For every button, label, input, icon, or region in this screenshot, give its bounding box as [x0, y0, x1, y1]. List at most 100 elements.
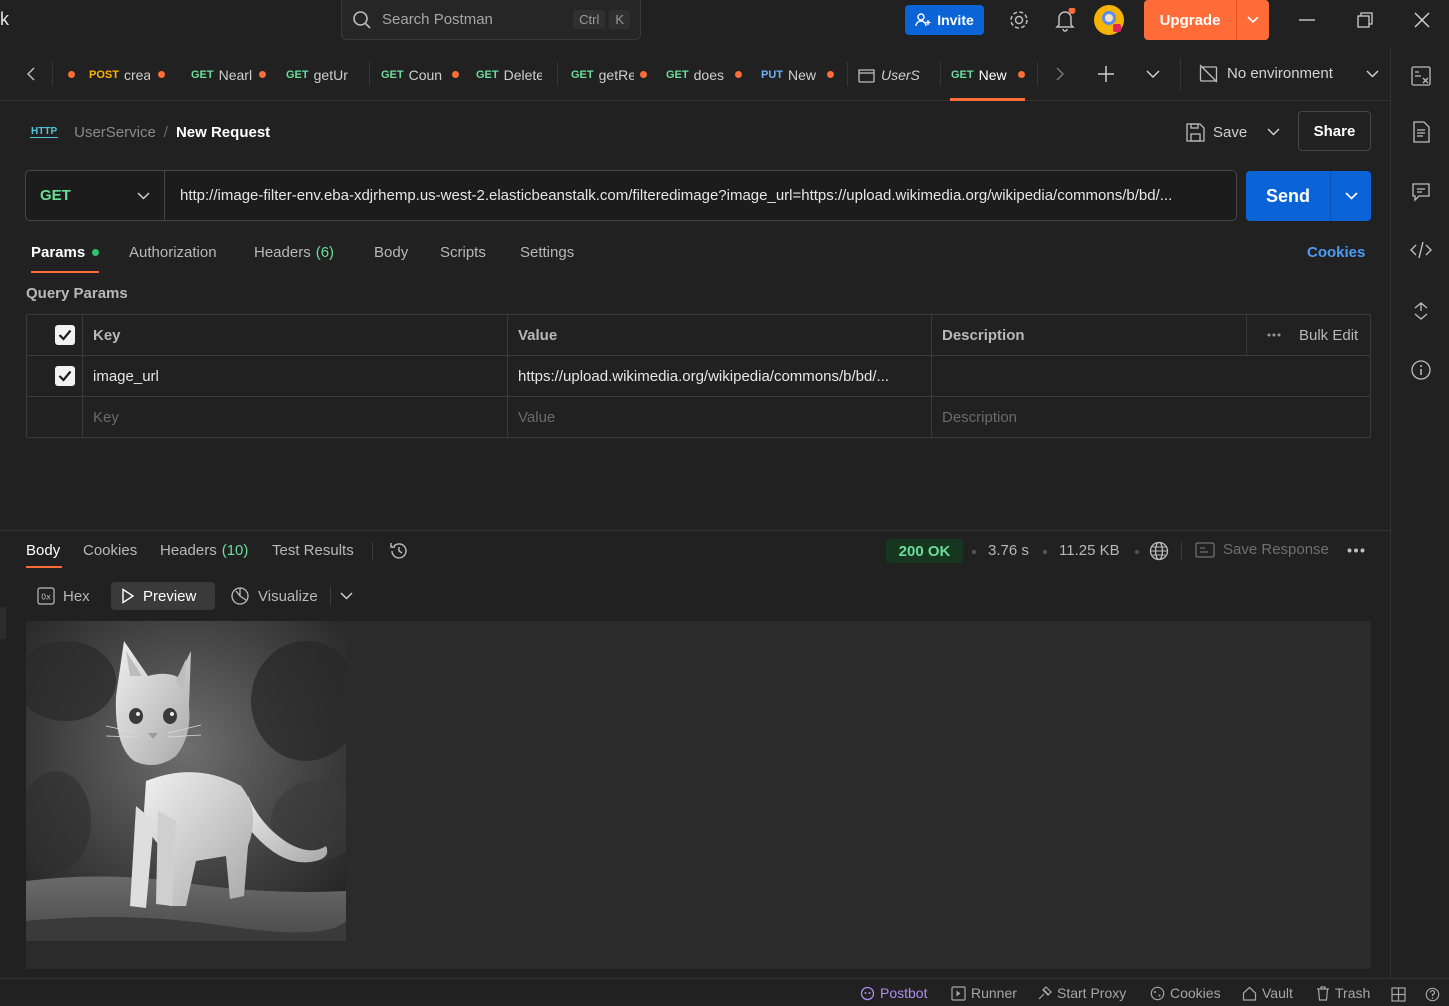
tab-get-delete[interactable]: GET Delete — [476, 48, 544, 101]
tab-collection-users[interactable]: UserS — [858, 48, 928, 101]
view-mode-chevron-down-icon[interactable] — [340, 592, 353, 600]
response-tab-headers[interactable]: Headers (10) — [160, 542, 248, 559]
bulk-edit-button[interactable]: Bulk Edit — [1257, 315, 1370, 355]
trash-button[interactable]: Trash — [1316, 985, 1370, 1001]
query-params-title: Query Params — [26, 285, 128, 302]
tab-method: GET — [476, 68, 499, 81]
cookies-footer-button[interactable]: Cookies — [1150, 985, 1221, 1001]
tabs-scroll-right-icon[interactable] — [1055, 67, 1065, 81]
response-tab-body[interactable]: Body — [26, 542, 60, 559]
tab-headers[interactable]: Headers (6) — [254, 244, 334, 261]
tab-get-geturl[interactable]: GET getUr — [286, 48, 358, 101]
request-title[interactable]: New Request — [176, 124, 270, 141]
response-tab-cookies[interactable]: Cookies — [83, 542, 137, 559]
tab-params[interactable]: Params — [31, 244, 100, 261]
save-button[interactable]: Save — [1186, 118, 1280, 146]
network-globe-icon[interactable] — [1149, 541, 1169, 561]
runner-button[interactable]: Runner — [951, 985, 1017, 1001]
more-options-icon[interactable] — [1267, 333, 1281, 337]
send-button[interactable]: Send — [1246, 171, 1371, 221]
url-bar: GET http://image-filter-env.eba-xdjrhemp… — [25, 170, 1237, 221]
tab-headers-count: (6) — [315, 244, 335, 261]
shortcut-key-k: K — [609, 10, 630, 29]
new-param-key-input[interactable]: Key — [83, 397, 507, 437]
vault-icon — [1242, 986, 1257, 1001]
response-divider[interactable] — [0, 530, 1390, 531]
tab-put-new[interactable]: PUT New — [761, 48, 839, 101]
param-value-input[interactable]: https://upload.wikimedia.org/wikipedia/c… — [508, 356, 928, 396]
new-tab-plus-icon[interactable] — [1097, 65, 1115, 83]
response-image-preview — [26, 621, 346, 941]
invite-button[interactable]: Invite — [905, 5, 984, 35]
hex-view-button[interactable]: 0x Hex — [27, 582, 100, 610]
layout-toggle-icon[interactable] — [1391, 987, 1406, 1002]
tab-body[interactable]: Body — [374, 244, 408, 261]
restore-window-icon[interactable] — [1356, 12, 1374, 28]
user-avatar[interactable] — [1094, 5, 1124, 35]
url-input[interactable]: http://image-filter-env.eba-xdjrhemp.us-… — [165, 187, 1225, 204]
response-time[interactable]: 3.76 s — [988, 542, 1029, 559]
param-description-input[interactable] — [932, 356, 1370, 396]
tab-scripts[interactable]: Scripts — [440, 244, 486, 261]
method-select[interactable]: GET — [26, 171, 165, 220]
new-param-description-input[interactable]: Description — [932, 397, 1370, 437]
notification-bell-icon[interactable] — [1054, 8, 1076, 32]
send-options-chevron-down-icon[interactable] — [1330, 171, 1371, 221]
response-more-options-icon[interactable] — [1347, 548, 1365, 553]
environment-selector[interactable]: No environment — [1199, 64, 1379, 83]
tab-post-crea[interactable]: POST crea — [68, 48, 176, 101]
request-tab-bar: POST crea GET Nearl GET getUr GET Coun G… — [0, 48, 1391, 101]
response-headers-label: Headers — [160, 542, 217, 559]
search-bar[interactable]: Search Postman Ctrl K — [341, 0, 641, 40]
select-all-checkbox[interactable] — [55, 315, 82, 355]
environment-quick-look-icon[interactable] — [1411, 66, 1431, 86]
tabs-scroll-left-icon[interactable] — [26, 67, 36, 81]
upgrade-label: Upgrade — [1159, 11, 1221, 29]
save-response-button[interactable]: Save Response — [1195, 541, 1329, 558]
tab-get-does[interactable]: GET does — [666, 48, 744, 101]
tab-get-new-active[interactable]: GET New — [951, 48, 1031, 101]
new-param-value-input[interactable]: Value — [508, 397, 931, 437]
close-window-icon[interactable] — [1413, 11, 1431, 29]
visualize-label: Visualize — [258, 587, 318, 605]
tab-method: GET — [191, 68, 214, 81]
response-status-badge[interactable]: 200 OK — [886, 539, 963, 563]
unsaved-dot — [68, 71, 75, 78]
minimize-window-icon[interactable] — [1298, 12, 1316, 28]
tab-get-getre[interactable]: GET getRe — [571, 48, 651, 101]
related-collections-icon[interactable] — [1412, 301, 1430, 321]
method-chevron-down-icon — [137, 191, 150, 200]
upgrade-button[interactable]: Upgrade — [1144, 0, 1269, 40]
vault-button[interactable]: Vault — [1242, 985, 1293, 1001]
documentation-icon[interactable] — [1412, 121, 1430, 143]
save-label: Save — [1213, 123, 1248, 141]
param-enabled-checkbox[interactable] — [55, 356, 82, 396]
preview-view-button[interactable]: Preview — [111, 582, 215, 610]
upgrade-chevron-down-icon[interactable] — [1236, 0, 1269, 40]
settings-gear-icon[interactable] — [1008, 9, 1030, 31]
preview-label: Preview — [143, 587, 197, 605]
tab-authorization[interactable]: Authorization — [129, 244, 217, 261]
left-edge-handle[interactable] — [0, 607, 6, 639]
param-key-input[interactable]: image_url — [83, 356, 507, 396]
hex-icon: 0x — [37, 587, 55, 605]
postbot-button[interactable]: Postbot — [860, 985, 927, 1001]
code-snippet-icon[interactable] — [1410, 241, 1432, 259]
tab-get-nearl[interactable]: GET Nearl — [191, 48, 271, 101]
response-tab-test-results[interactable]: Test Results — [272, 542, 354, 559]
tab-settings[interactable]: Settings — [520, 244, 574, 261]
visualize-view-button[interactable]: Visualize — [220, 582, 328, 610]
info-icon[interactable] — [1411, 360, 1431, 380]
postbot-icon — [860, 986, 875, 1001]
comments-icon[interactable] — [1411, 182, 1431, 202]
start-proxy-button[interactable]: Start Proxy — [1037, 985, 1126, 1001]
help-icon[interactable] — [1425, 987, 1440, 1002]
breadcrumb-collection[interactable]: UserService — [74, 124, 156, 141]
tabs-menu-chevron-down-icon[interactable] — [1146, 70, 1160, 79]
history-icon[interactable] — [389, 541, 409, 561]
share-button[interactable]: Share — [1298, 111, 1371, 151]
cookies-link[interactable]: Cookies — [1307, 244, 1365, 261]
save-options-chevron-down-icon[interactable] — [1267, 128, 1280, 136]
tab-get-coun[interactable]: GET Coun — [381, 48, 461, 101]
response-size[interactable]: 11.25 KB — [1059, 542, 1120, 559]
